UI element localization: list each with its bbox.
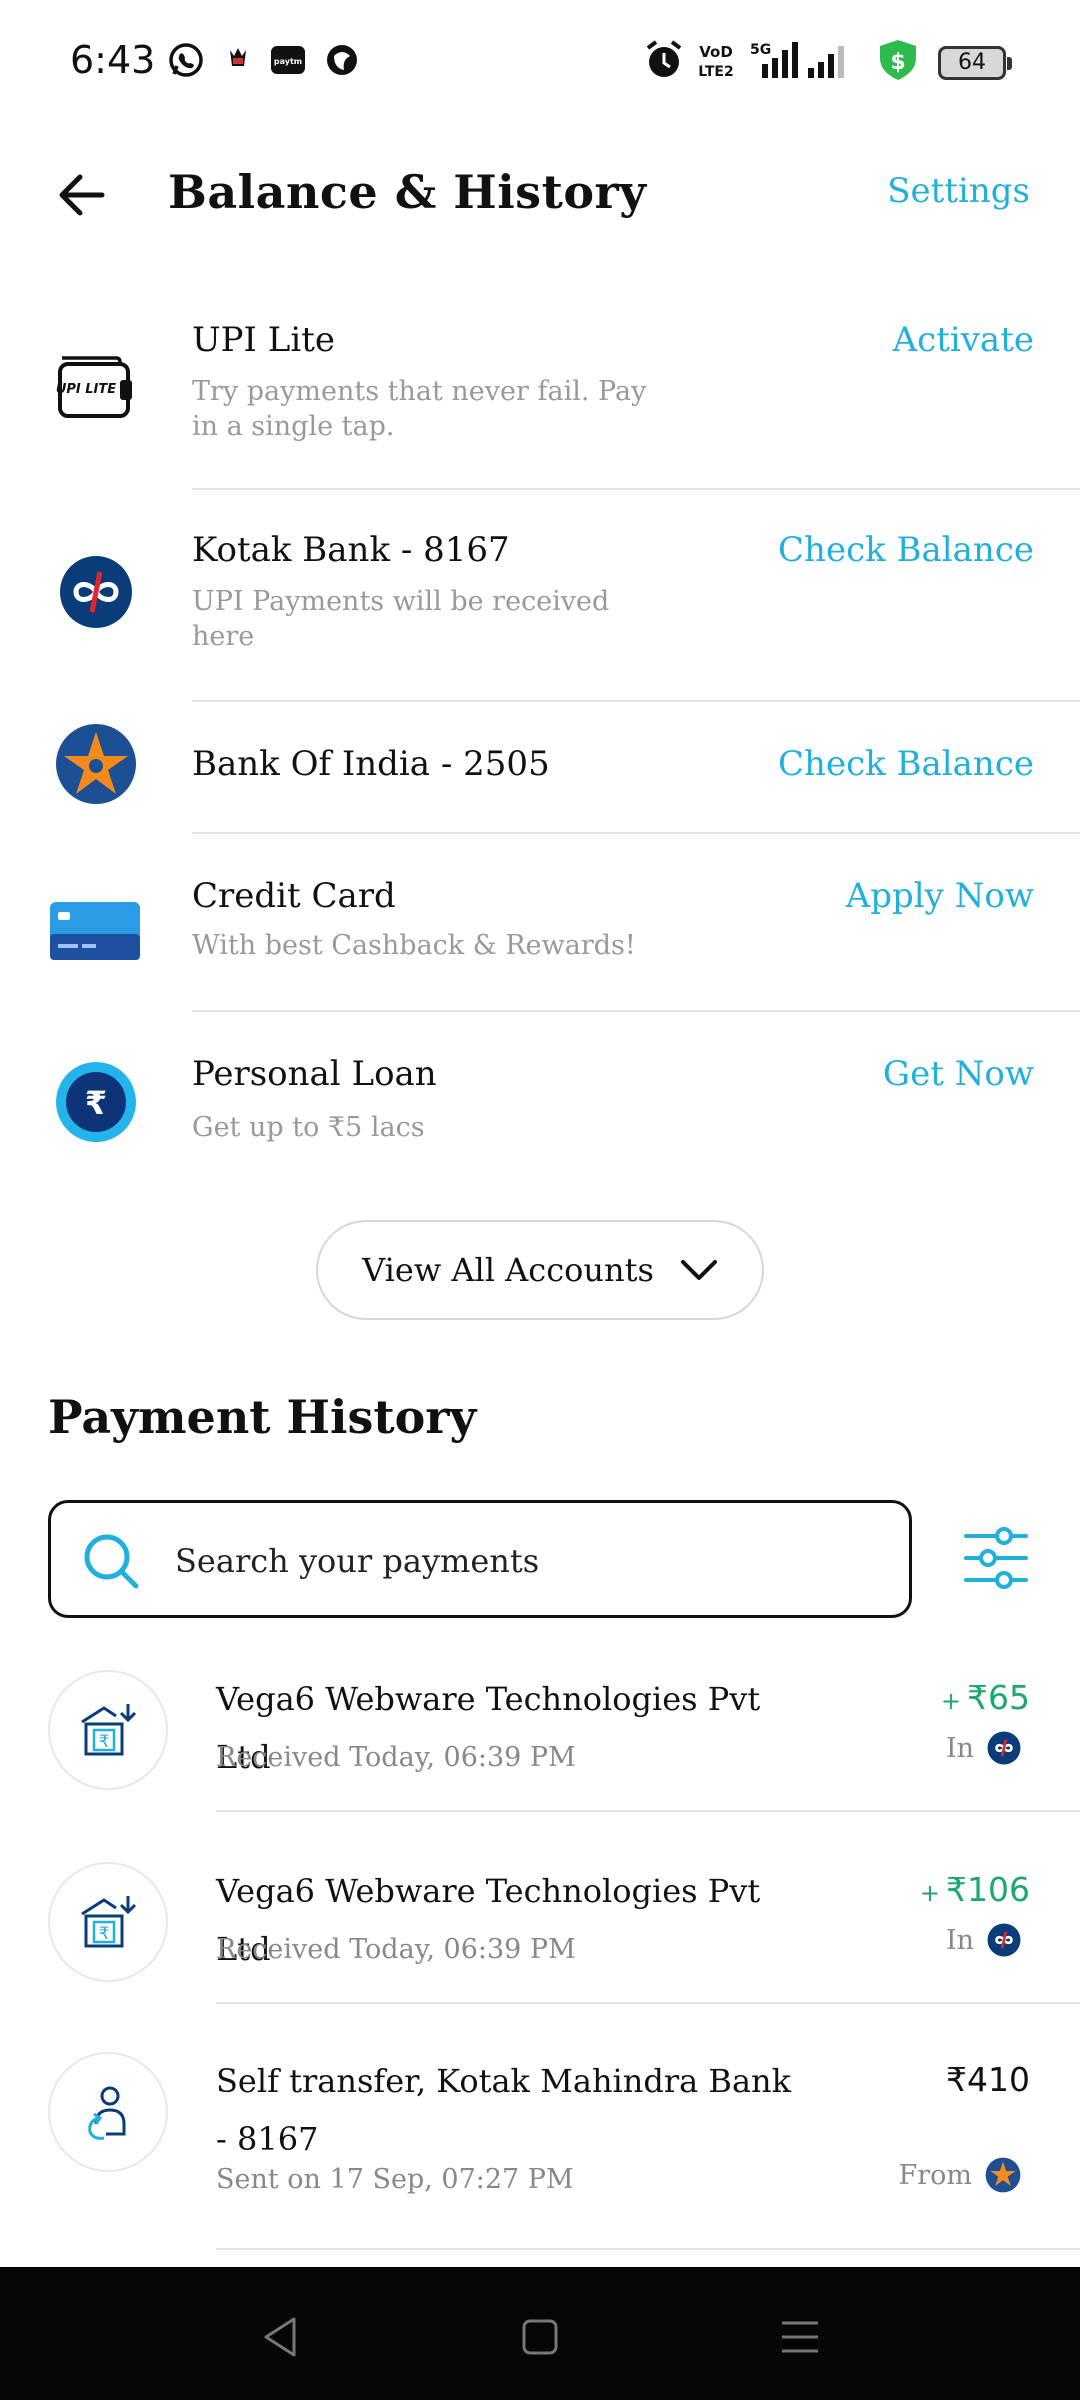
svg-text:₹: ₹ — [99, 1732, 110, 1752]
svg-text:$: $ — [890, 50, 905, 75]
status-bar: 6:43 paytm VoD LTE2 5G $ 64 — [0, 0, 1080, 125]
system-navigation-bar — [0, 2267, 1080, 2400]
app-notification-icon — [230, 48, 246, 66]
account-name: UPI Lite — [192, 320, 336, 360]
account-subtitle: Get up to ₹5 lacs — [192, 1112, 425, 1143]
payment-direction: In — [946, 1730, 1022, 1766]
received-bank-icon: ₹ — [81, 1704, 137, 1756]
rupee-loan-icon: ₹ — [56, 1062, 136, 1142]
amount-sign: + — [940, 1687, 961, 1715]
payment-amount: + ₹106 — [920, 1870, 1030, 1909]
get-now-personal-loan-button[interactable]: Get Now — [883, 1054, 1034, 1094]
payment-direction: From — [899, 2156, 1023, 2194]
divider — [192, 832, 1080, 834]
direction-label: From — [898, 2159, 973, 2191]
payment-meta: Sent on 17 Sep, 07:27 PM — [216, 2164, 574, 2195]
view-all-accounts-button[interactable]: View All Accounts — [316, 1220, 764, 1320]
page-header: Balance & History Settings — [0, 125, 1080, 260]
search-payments-input[interactable] — [175, 1533, 875, 1589]
svg-text:LTE2: LTE2 — [698, 64, 733, 80]
self-transfer-avatar — [48, 2052, 168, 2172]
volte-icon: VoD LTE2 — [698, 43, 733, 80]
received-payment-avatar: ₹ — [48, 1862, 168, 1982]
upi-lite-wallet-icon: UPI LITE — [56, 356, 132, 418]
received-bank-icon: ₹ — [81, 1896, 137, 1948]
bank-of-india-icon — [985, 2157, 1021, 2193]
payment-meta: Received Today, 06:39 PM — [216, 1742, 576, 1773]
kotak-bank-icon — [987, 1923, 1021, 1957]
whatsapp-icon — [169, 43, 203, 77]
svg-text:₹: ₹ — [85, 1084, 107, 1122]
nav-menu-icon[interactable] — [770, 2307, 830, 2367]
activate-upi-lite-button[interactable]: Activate — [893, 320, 1034, 360]
signal-5g-icon: 5G — [750, 42, 844, 78]
back-arrow-icon[interactable] — [52, 165, 112, 225]
payment-meta: Received Today, 06:39 PM — [216, 1934, 576, 1965]
self-transfer-icon — [88, 2086, 126, 2140]
divider — [192, 700, 1080, 702]
amount-value: ₹410 — [946, 2060, 1030, 2099]
check-balance-boi-button[interactable]: Check Balance — [778, 744, 1034, 784]
account-subtitle: UPI Payments will be received here — [192, 586, 610, 652]
nav-home-icon[interactable] — [510, 2307, 570, 2367]
paytm-icon: paytm — [271, 46, 305, 74]
payment-amount: ₹410 — [940, 2060, 1030, 2099]
account-name: Credit Card — [192, 876, 396, 916]
direction-label: In — [945, 1732, 974, 1764]
divider — [192, 1010, 1080, 1012]
account-name: Personal Loan — [192, 1054, 437, 1094]
page-title: Balance & History — [168, 165, 647, 219]
account-name: Kotak Bank - 8167 — [192, 530, 510, 570]
received-payment-avatar: ₹ — [48, 1670, 168, 1790]
kotak-bank-icon — [987, 1731, 1021, 1765]
payment-history-title: Payment History — [48, 1390, 477, 1444]
settings-link[interactable]: Settings — [887, 171, 1030, 211]
svg-text:UPI LITE: UPI LITE — [56, 382, 116, 397]
payee-name: Self transfer, Kotak Mahindra Bank - 816… — [216, 2062, 792, 2158]
nav-back-icon[interactable] — [252, 2307, 312, 2367]
credit-card-icon — [50, 902, 140, 960]
kotak-bank-icon — [60, 556, 132, 628]
chevron-down-icon — [680, 1260, 717, 1280]
svg-text:5G: 5G — [750, 42, 771, 58]
svg-text:₹: ₹ — [99, 1924, 110, 1944]
account-subtitle: With best Cashback & Rewards! — [192, 930, 636, 961]
direction-label: In — [945, 1924, 974, 1956]
divider — [216, 2002, 1080, 2004]
filter-sliders-icon[interactable] — [960, 1522, 1032, 1594]
payment-direction: In — [946, 1922, 1022, 1958]
account-name: Bank Of India - 2505 — [192, 744, 550, 784]
account-subtitle: Try payments that never fail. Pay in a s… — [192, 376, 647, 442]
bank-of-india-icon — [56, 724, 136, 804]
divider — [216, 2248, 1080, 2250]
alarm-icon — [646, 40, 682, 77]
svg-text:paytm: paytm — [274, 57, 302, 66]
status-time: 6:43 — [70, 38, 156, 82]
check-balance-kotak-button[interactable]: Check Balance — [778, 530, 1034, 570]
divider — [192, 488, 1080, 490]
view-all-accounts-label: View All Accounts — [362, 1251, 654, 1289]
security-shield-icon: $ — [880, 40, 916, 80]
browser-icon — [327, 45, 357, 75]
divider — [216, 1810, 1080, 1812]
search-box[interactable] — [48, 1500, 912, 1618]
apply-now-credit-card-button[interactable]: Apply Now — [846, 876, 1034, 916]
amount-sign: + — [919, 1879, 941, 1907]
search-icon — [84, 1534, 139, 1589]
amount-value: ₹106 — [946, 1870, 1030, 1909]
svg-text:VoD: VoD — [699, 43, 733, 61]
payment-amount: + ₹65 — [941, 1678, 1030, 1717]
battery-indicator: 64 — [938, 46, 1012, 80]
amount-value: ₹65 — [967, 1678, 1030, 1717]
